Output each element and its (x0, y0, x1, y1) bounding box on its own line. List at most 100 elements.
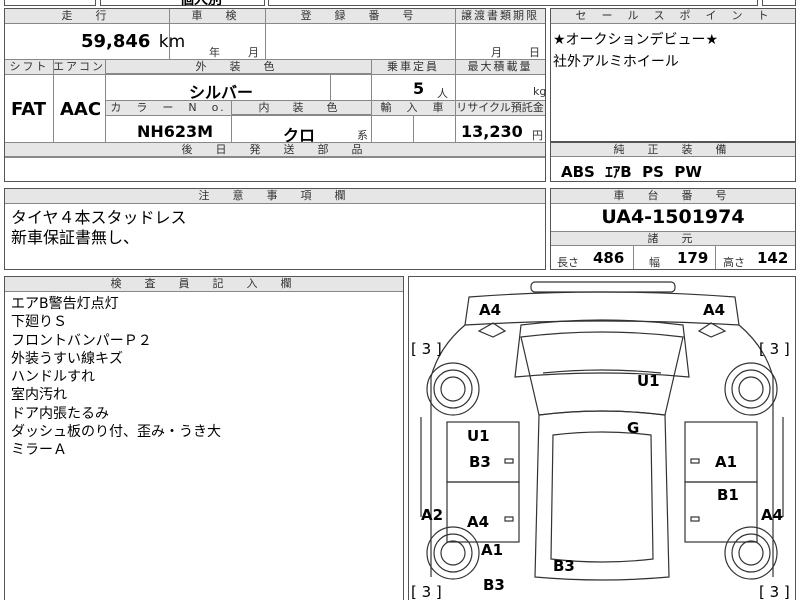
width-label: 幅 (649, 256, 660, 269)
marker-tire-rear-left: [ 3 ] (411, 583, 442, 601)
divider (633, 246, 634, 269)
marker-left-rear-door-a4: A4 (467, 513, 490, 531)
inspection-year-label: 年 (209, 46, 220, 59)
recycle-header: リサイクル預託金 (455, 101, 545, 115)
shift-value: FAT (11, 99, 47, 120)
marker-tire-rear-right: [ 3 ] (759, 583, 790, 601)
top-strip: 個人別 (0, 0, 800, 8)
genuine-equipment-value: ABS ｴｱB PS PW (561, 163, 702, 181)
marker-right-rear-door-b1: B1 (717, 486, 739, 504)
inspector-line: ドア内張たるみ (11, 405, 109, 422)
marker-left-front-door-u1: U1 (467, 427, 490, 445)
dimensions-header: 諸 元 (551, 232, 795, 246)
height-value: 142 (757, 249, 789, 267)
transfer-header: 譲渡書類期限 (455, 9, 545, 24)
color-no-header: カ ラ ー N o. (105, 101, 231, 115)
marker-rear-b3: B3 (553, 557, 575, 575)
divider (169, 9, 170, 59)
inspector-header: 検 査 員 記 入 欄 (5, 277, 403, 292)
capacity-value: 5 (413, 79, 425, 98)
max-load-header: 最大積載量 (455, 60, 545, 74)
inspector-line: エアB警告灯点灯 (11, 296, 119, 312)
inspector-panel: 検 査 員 記 入 欄 エアB警告灯点灯 下廻りＳ フロントバンパーＰ２ 外装う… (4, 276, 404, 600)
capacity-header: 乗車定員 (371, 60, 455, 74)
divider (5, 74, 545, 75)
later-parts-header: 後 日 発 送 部 品 (5, 143, 545, 157)
mileage-unit: km (158, 32, 186, 52)
note-line-2: 新車保証書無し、 (11, 228, 140, 247)
transfer-day-label: 日 (529, 46, 540, 59)
recycle-value: 13,230 (461, 122, 523, 141)
inspection-header: 車 検 (169, 9, 265, 24)
divider (105, 115, 545, 116)
marker-right-rear-a4: A4 (761, 506, 784, 524)
inspector-line: 外装うすい線キズ (11, 350, 123, 367)
inspector-line: ミラーＡ (11, 442, 67, 459)
inspector-line: 室内汚れ (11, 387, 67, 404)
top-strip-box-4 (762, 0, 796, 6)
divider (330, 74, 331, 100)
inspector-lines: エアB警告灯点灯 下廻りＳ フロントバンパーＰ２ 外装うすい線キズ ハンドルすれ… (11, 295, 221, 460)
divider (371, 60, 372, 142)
marker-windshield-u1: U1 (637, 372, 660, 390)
selling-points-panel: セ ー ル ス ポ イ ン ト ★オークションデビュー★ 社外アルミホイール (550, 8, 796, 142)
recycle-unit: 円 (532, 129, 543, 142)
length-label: 長さ (557, 256, 579, 269)
marker-right-front-door-a1: A1 (715, 453, 738, 471)
marker-left-rear-fender-a2: A2 (421, 506, 444, 524)
marker-front-right-a4: A4 (703, 301, 726, 319)
inspector-line: フロントバンパーＰ２ (11, 332, 152, 349)
mileage-header: 走 行 (5, 9, 169, 24)
color-no-value: NH623M (137, 122, 214, 141)
divider (231, 101, 232, 142)
notes-header: 注 意 事 項 欄 (5, 189, 545, 204)
inspector-line: 下廻りＳ (11, 314, 67, 331)
aircon-value: AAC (60, 99, 102, 120)
divider (455, 60, 456, 142)
divider (413, 115, 414, 142)
capacity-unit: 人 (437, 87, 448, 100)
note-line-1: タイヤ４本スタッドレス (11, 208, 187, 227)
marker-left-front-door-b3: B3 (469, 453, 491, 471)
selling-points-header: セ ー ル ス ポ イ ン ト (551, 9, 795, 24)
import-header: 輸 入 車 (371, 101, 455, 115)
marker-front-left-a4: A4 (479, 301, 502, 319)
marker-left-rear-a1: A1 (481, 541, 504, 559)
divider (715, 246, 716, 269)
inspector-line: ハンドルすれ (11, 369, 95, 386)
top-strip-box-3 (268, 0, 758, 6)
length-value: 486 (593, 249, 625, 267)
width-value: 179 (677, 249, 709, 267)
inspection-month-label: 月 (248, 46, 259, 59)
damage-map-panel: A4 A4 [ 3 ] [ 3 ] U1 G U1 B3 A1 B1 A2 A4… (408, 276, 796, 600)
interior-color-suffix: 系 (357, 129, 368, 142)
top-strip-box-1 (4, 0, 96, 6)
divider (455, 9, 456, 59)
transfer-month-label: 月 (491, 46, 502, 59)
basic-info-panel: 走 行 車 検 登 録 番 号 譲渡書類期限 59,846 km 年 月 月 日… (4, 8, 546, 182)
shift-header: シフト (5, 60, 53, 74)
divider (105, 60, 106, 142)
max-load-unit: kg (533, 85, 547, 98)
marker-tire-front-right: [ 3 ] (759, 340, 790, 358)
marker-roof-g: G (627, 419, 640, 437)
inspector-line: ダッシュ板のり付、歪み・うき大 (11, 424, 221, 441)
aircon-header: エアコン (53, 60, 105, 74)
mileage-number: 59,846 (81, 31, 151, 52)
divider (265, 9, 266, 59)
divider (53, 60, 54, 142)
exterior-color-header: 外 装 色 (105, 60, 371, 74)
notes-panel: 注 意 事 項 欄 タイヤ４本スタッドレス 新車保証書無し、 (4, 188, 546, 270)
chassis-header: 車 台 番 号 (551, 189, 795, 204)
selling-point-2: 社外アルミホイール (553, 54, 679, 70)
chassis-value: UA4-1501974 (601, 206, 745, 228)
marker-left-rear-b3: B3 (483, 576, 505, 594)
height-label: 高さ (723, 256, 745, 269)
registration-header: 登 録 番 号 (265, 9, 455, 24)
genuine-equipment-panel: 純 正 装 備 ABS ｴｱB PS PW (550, 142, 796, 182)
chassis-panel: 車 台 番 号 UA4-1501974 諸 元 長さ 486 幅 179 高さ … (550, 188, 796, 270)
interior-color-header: 内 装 色 (231, 101, 371, 115)
genuine-equipment-header: 純 正 装 備 (551, 143, 795, 157)
selling-point-1: ★オークションデビュー★ (553, 32, 719, 48)
divider (5, 157, 545, 158)
